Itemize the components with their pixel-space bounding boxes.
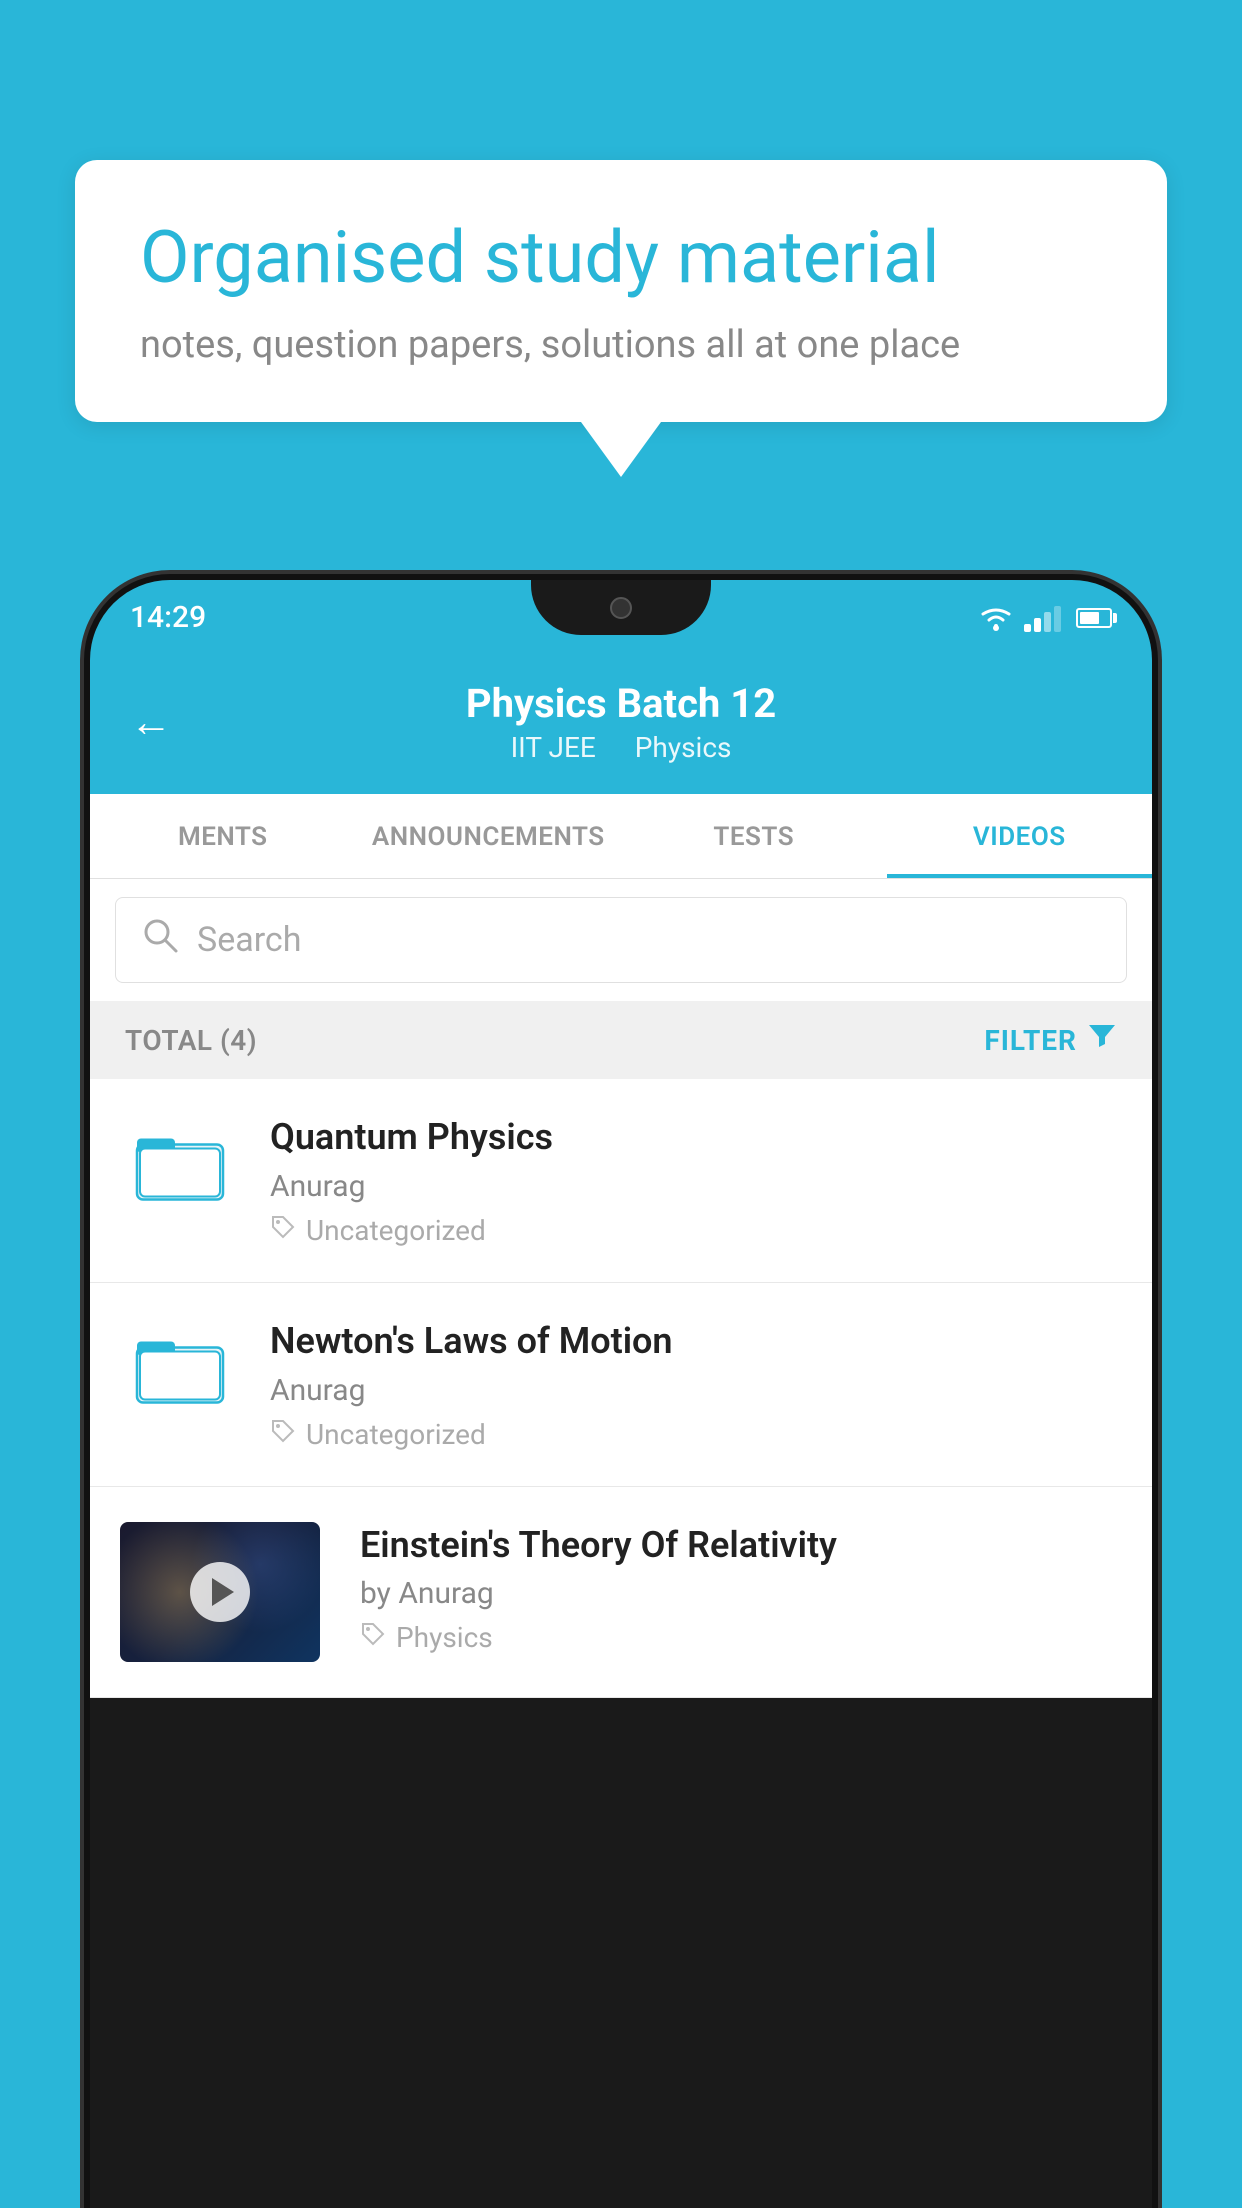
speech-bubble-title: Organised study material <box>140 215 1102 301</box>
tab-tests[interactable]: TESTS <box>621 794 887 878</box>
app-header: ← Physics Batch 12 IIT JEE Physics <box>90 655 1152 794</box>
battery-icon <box>1076 608 1112 628</box>
video-title: Quantum Physics <box>270 1114 1122 1161</box>
video-tag-label: Uncategorized <box>306 1214 486 1247</box>
back-button[interactable]: ← <box>130 698 172 747</box>
status-time: 14:29 <box>130 600 206 635</box>
video-title: Einstein's Theory Of Relativity <box>360 1522 1122 1569</box>
header-subtitle: IIT JEE Physics <box>202 731 1040 764</box>
folder-icon <box>135 1325 225 1410</box>
header-title-group: Physics Batch 12 IIT JEE Physics <box>202 680 1040 764</box>
video-title: Newton's Laws of Motion <box>270 1318 1122 1365</box>
video-tag: Physics <box>360 1621 1122 1654</box>
status-icons <box>978 604 1112 632</box>
list-item[interactable]: Newton's Laws of Motion Anurag Uncategor… <box>90 1283 1152 1487</box>
signal-bars-icon <box>1024 604 1061 632</box>
video-tag-label: Uncategorized <box>306 1418 486 1451</box>
video-info-quantum: Quantum Physics Anurag Uncategorized <box>270 1114 1122 1247</box>
filter-funnel-icon <box>1087 1021 1117 1059</box>
tag-icon <box>360 1621 386 1654</box>
search-input-placeholder[interactable]: Search <box>197 920 301 960</box>
play-button[interactable] <box>190 1562 250 1622</box>
speech-bubble: Organised study material notes, question… <box>75 160 1167 422</box>
header-title: Physics Batch 12 <box>202 680 1040 727</box>
header-subtitle-part2: Physics <box>635 731 732 764</box>
video-tag: Uncategorized <box>270 1418 1122 1451</box>
tabs-bar: MENTS ANNOUNCEMENTS TESTS VIDEOS <box>90 794 1152 879</box>
tab-ments[interactable]: MENTS <box>90 794 356 878</box>
tag-icon <box>270 1418 296 1451</box>
speech-bubble-arrow <box>581 422 661 477</box>
search-container: Search <box>90 879 1152 1001</box>
list-item[interactable]: Quantum Physics Anurag Uncategorized <box>90 1079 1152 1283</box>
camera-dot <box>610 597 632 619</box>
speech-bubble-subtitle: notes, question papers, solutions all at… <box>140 323 1102 367</box>
wifi-icon <box>978 604 1014 632</box>
video-thumbnail-quantum <box>120 1114 240 1214</box>
status-bar: 14:29 <box>90 580 1152 655</box>
list-item[interactable]: Einstein's Theory Of Relativity by Anura… <box>90 1487 1152 1698</box>
video-list: Quantum Physics Anurag Uncategorized <box>90 1079 1152 1698</box>
total-count-label: TOTAL (4) <box>125 1024 257 1057</box>
tab-announcements[interactable]: ANNOUNCEMENTS <box>356 794 622 878</box>
speech-bubble-section: Organised study material notes, question… <box>75 160 1167 477</box>
video-thumbnail-newton <box>120 1318 240 1418</box>
filter-label: FILTER <box>984 1024 1077 1057</box>
search-icon <box>141 916 179 964</box>
video-thumbnail-einstein <box>120 1522 320 1662</box>
folder-icon <box>135 1122 225 1207</box>
tab-videos[interactable]: VIDEOS <box>887 794 1153 878</box>
content-area: Search TOTAL (4) FILTER <box>90 879 1152 1698</box>
video-tag: Uncategorized <box>270 1214 1122 1247</box>
video-author: Anurag <box>270 1169 1122 1204</box>
phone-frame: 14:29 ← <box>90 580 1152 2208</box>
video-info-newton: Newton's Laws of Motion Anurag Uncategor… <box>270 1318 1122 1451</box>
play-triangle-icon <box>212 1578 234 1606</box>
video-author: by Anurag <box>360 1576 1122 1611</box>
video-author: Anurag <box>270 1373 1122 1408</box>
filter-button[interactable]: FILTER <box>984 1021 1117 1059</box>
search-bar[interactable]: Search <box>115 897 1127 983</box>
header-subtitle-part1: IIT JEE <box>511 731 596 764</box>
video-info-einstein: Einstein's Theory Of Relativity by Anura… <box>350 1522 1122 1655</box>
phone-notch <box>531 580 711 635</box>
filter-bar: TOTAL (4) FILTER <box>90 1001 1152 1079</box>
video-tag-label: Physics <box>396 1621 493 1654</box>
tag-icon <box>270 1214 296 1247</box>
